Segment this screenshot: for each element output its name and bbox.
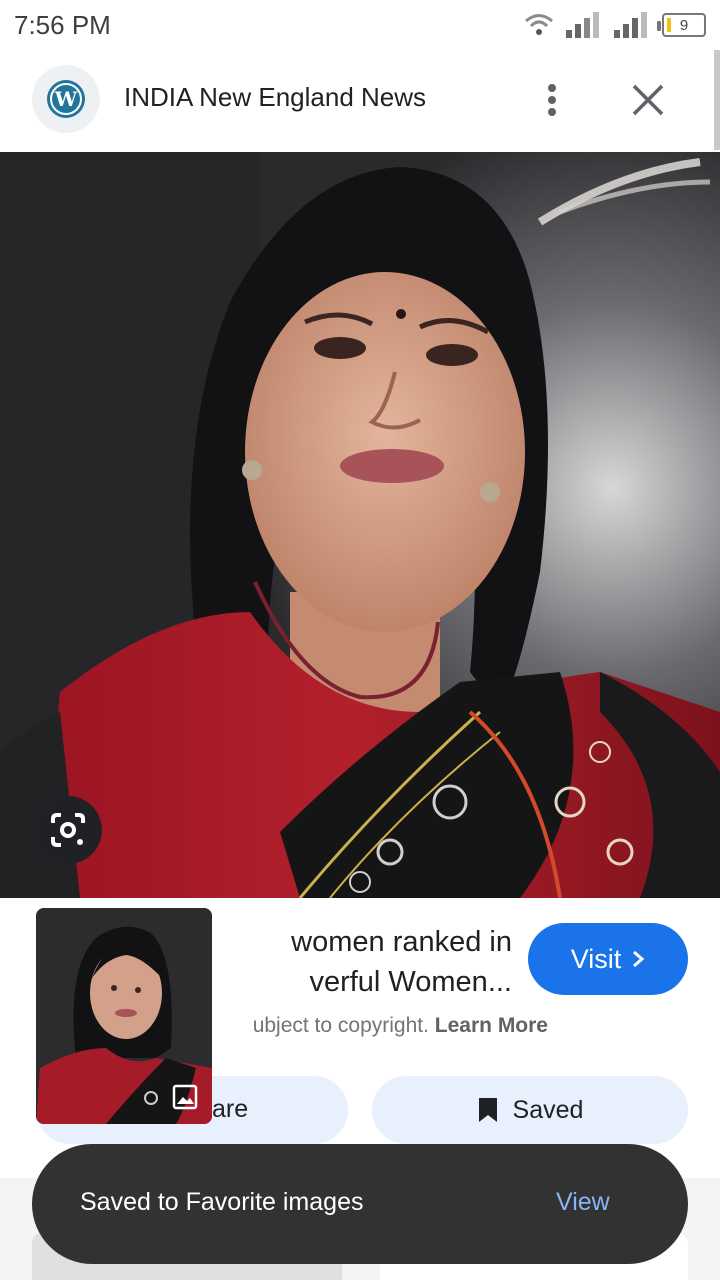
- snackbar: Saved to Favorite images View: [32, 1144, 688, 1264]
- main-image[interactable]: [0, 152, 720, 898]
- visit-button[interactable]: Visit: [528, 923, 688, 995]
- status-time: 7:56 PM: [14, 9, 111, 40]
- header: W INDIA New England News: [0, 50, 720, 152]
- result-title-line1: women ranked in: [291, 926, 512, 958]
- snackbar-message: Saved to Favorite images: [80, 1188, 364, 1216]
- google-lens-icon: [51, 813, 85, 847]
- signal-icon: [566, 12, 599, 38]
- thumbnail-image[interactable]: [36, 908, 212, 1124]
- more-vert-icon[interactable]: [536, 78, 568, 122]
- status-bar: 7:56 PM 9: [0, 0, 720, 50]
- wordpress-logo-icon[interactable]: W: [32, 65, 100, 133]
- battery-icon: 9: [657, 13, 706, 37]
- site-title[interactable]: INDIA New England News: [124, 82, 426, 113]
- learn-more-link[interactable]: Learn More: [435, 1014, 548, 1037]
- saved-button[interactable]: Saved: [372, 1076, 688, 1144]
- signal-icon: [614, 12, 647, 38]
- close-button[interactable]: [628, 78, 668, 122]
- bookmark-icon: [478, 1098, 497, 1122]
- google-lens-button[interactable]: [34, 796, 102, 864]
- wifi-icon: [525, 14, 553, 35]
- visit-label: Visit: [570, 943, 622, 974]
- share-label: are: [212, 1095, 249, 1123]
- saved-label: Saved: [512, 1095, 584, 1124]
- close-icon: [632, 84, 664, 116]
- image-icon: [172, 1084, 198, 1110]
- scrollbar: [714, 50, 720, 150]
- copyright-text: ubject to copyright.: [252, 1014, 429, 1037]
- snackbar-view-button[interactable]: View: [556, 1188, 610, 1217]
- status-icons: 9: [524, 12, 706, 38]
- result-title[interactable]: women ranked in verful Women...: [212, 922, 512, 1012]
- result-title-line2: verful Women...: [309, 966, 512, 998]
- chevron-right-icon: [633, 950, 645, 968]
- copyright-notice: ubject to copyright. Learn More: [212, 1012, 552, 1044]
- svg-text:W: W: [54, 87, 78, 111]
- battery-level: 9: [679, 16, 689, 34]
